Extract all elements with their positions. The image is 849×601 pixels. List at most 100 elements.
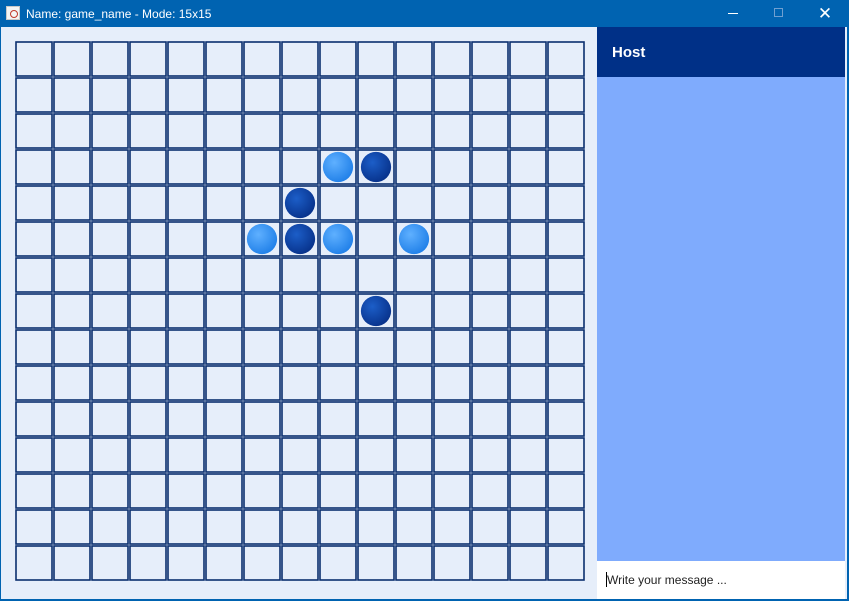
board-cell[interactable] — [471, 509, 509, 545]
board-cell[interactable] — [471, 545, 509, 581]
board-cell[interactable] — [15, 41, 53, 77]
board-cell[interactable] — [167, 437, 205, 473]
board-cell[interactable] — [205, 509, 243, 545]
board-cell[interactable] — [243, 185, 281, 221]
board-cell[interactable] — [53, 437, 91, 473]
board-cell[interactable] — [205, 545, 243, 581]
board-cell[interactable] — [471, 41, 509, 77]
board-cell[interactable] — [205, 149, 243, 185]
board-cell[interactable] — [53, 221, 91, 257]
board-cell[interactable] — [53, 113, 91, 149]
board-cell[interactable] — [433, 473, 471, 509]
board-cell[interactable] — [319, 77, 357, 113]
board-cell[interactable] — [357, 365, 395, 401]
board-cell[interactable] — [15, 437, 53, 473]
board-cell[interactable] — [15, 149, 53, 185]
board-cell[interactable] — [433, 329, 471, 365]
board-cell[interactable] — [243, 509, 281, 545]
board-cell[interactable] — [167, 77, 205, 113]
board-cell[interactable] — [53, 545, 91, 581]
board-cell[interactable] — [395, 437, 433, 473]
board-cell[interactable] — [205, 473, 243, 509]
board-cell[interactable] — [357, 185, 395, 221]
board-cell[interactable] — [547, 221, 585, 257]
board-cell[interactable] — [167, 401, 205, 437]
board-cell[interactable] — [129, 401, 167, 437]
board-cell[interactable] — [53, 329, 91, 365]
title-bar[interactable]: Name: game_name - Mode: 15x15 ✕ — [0, 0, 849, 27]
board-cell[interactable] — [205, 293, 243, 329]
board-cell[interactable] — [509, 77, 547, 113]
board-cell[interactable] — [129, 509, 167, 545]
board-cell[interactable] — [91, 401, 129, 437]
board-cell[interactable] — [205, 185, 243, 221]
board-cell[interactable] — [167, 545, 205, 581]
board-cell[interactable] — [15, 329, 53, 365]
board-cell[interactable] — [15, 473, 53, 509]
board-cell[interactable] — [91, 473, 129, 509]
board-cell[interactable] — [15, 185, 53, 221]
board-cell[interactable] — [547, 473, 585, 509]
board-cell[interactable] — [281, 257, 319, 293]
board-cell[interactable] — [129, 185, 167, 221]
board-cell[interactable] — [129, 257, 167, 293]
board-cell[interactable] — [91, 113, 129, 149]
board-cell[interactable] — [471, 365, 509, 401]
board-cell[interactable] — [243, 149, 281, 185]
board-cell[interactable] — [129, 545, 167, 581]
board-cell[interactable] — [395, 149, 433, 185]
board-cell[interactable] — [91, 329, 129, 365]
board-cell[interactable] — [167, 185, 205, 221]
board-cell[interactable] — [53, 41, 91, 77]
board-cell[interactable] — [167, 509, 205, 545]
board-cell[interactable] — [547, 149, 585, 185]
board-cell[interactable] — [91, 185, 129, 221]
board-cell[interactable] — [319, 473, 357, 509]
board-cell[interactable] — [91, 365, 129, 401]
board-cell[interactable] — [167, 329, 205, 365]
board-cell[interactable] — [15, 509, 53, 545]
board-cell[interactable] — [281, 545, 319, 581]
java-app-icon[interactable] — [6, 6, 20, 20]
board-cell[interactable] — [547, 293, 585, 329]
board-cell[interactable] — [129, 41, 167, 77]
board-cell[interactable] — [433, 257, 471, 293]
board-cell[interactable] — [281, 293, 319, 329]
board-cell[interactable] — [509, 437, 547, 473]
board-cell[interactable] — [243, 113, 281, 149]
board-cell[interactable] — [15, 545, 53, 581]
board-cell[interactable] — [433, 185, 471, 221]
board-cell[interactable] — [547, 545, 585, 581]
board-cell[interactable] — [129, 149, 167, 185]
board-cell[interactable] — [471, 185, 509, 221]
board-cell[interactable] — [433, 149, 471, 185]
board-cell[interactable] — [547, 329, 585, 365]
board-cell[interactable] — [281, 437, 319, 473]
board-cell[interactable] — [433, 401, 471, 437]
board-cell[interactable] — [319, 365, 357, 401]
board-cell[interactable] — [129, 329, 167, 365]
board-cell[interactable] — [471, 221, 509, 257]
board-cell[interactable] — [15, 365, 53, 401]
board-cell[interactable] — [91, 437, 129, 473]
board-cell[interactable] — [53, 293, 91, 329]
board-cell[interactable] — [281, 113, 319, 149]
board-cell[interactable] — [91, 257, 129, 293]
board-cell[interactable] — [471, 113, 509, 149]
board-cell[interactable] — [395, 257, 433, 293]
board-cell[interactable] — [509, 545, 547, 581]
board-cell[interactable] — [471, 437, 509, 473]
board-cell[interactable] — [319, 437, 357, 473]
board-cell[interactable] — [357, 221, 395, 257]
board-cell[interactable] — [319, 185, 357, 221]
board-cell[interactable] — [205, 221, 243, 257]
board-cell[interactable] — [357, 545, 395, 581]
board-cell[interactable] — [509, 365, 547, 401]
chat-messages[interactable] — [597, 77, 845, 561]
board-cell[interactable] — [243, 473, 281, 509]
board-cell[interactable] — [357, 437, 395, 473]
board-cell[interactable] — [319, 257, 357, 293]
board-cell[interactable] — [357, 401, 395, 437]
board-cell[interactable] — [319, 509, 357, 545]
board-cell[interactable] — [167, 365, 205, 401]
